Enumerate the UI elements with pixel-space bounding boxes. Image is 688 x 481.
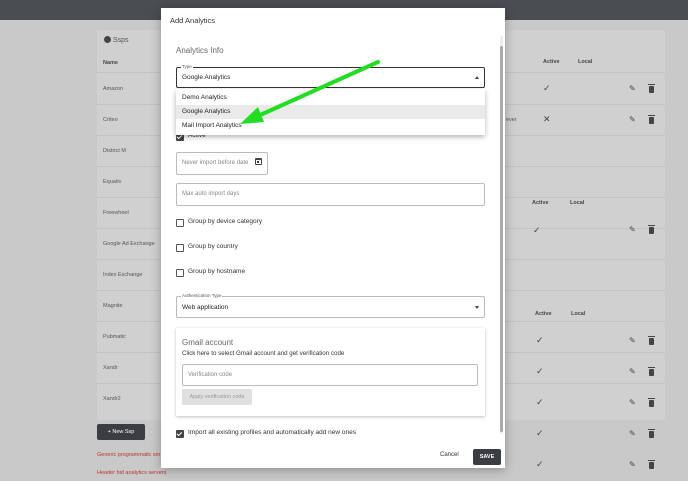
annotation-arrow-head	[240, 107, 264, 124]
annotation-arrow-shaft	[256, 60, 380, 118]
annotation-arrow	[240, 60, 380, 124]
